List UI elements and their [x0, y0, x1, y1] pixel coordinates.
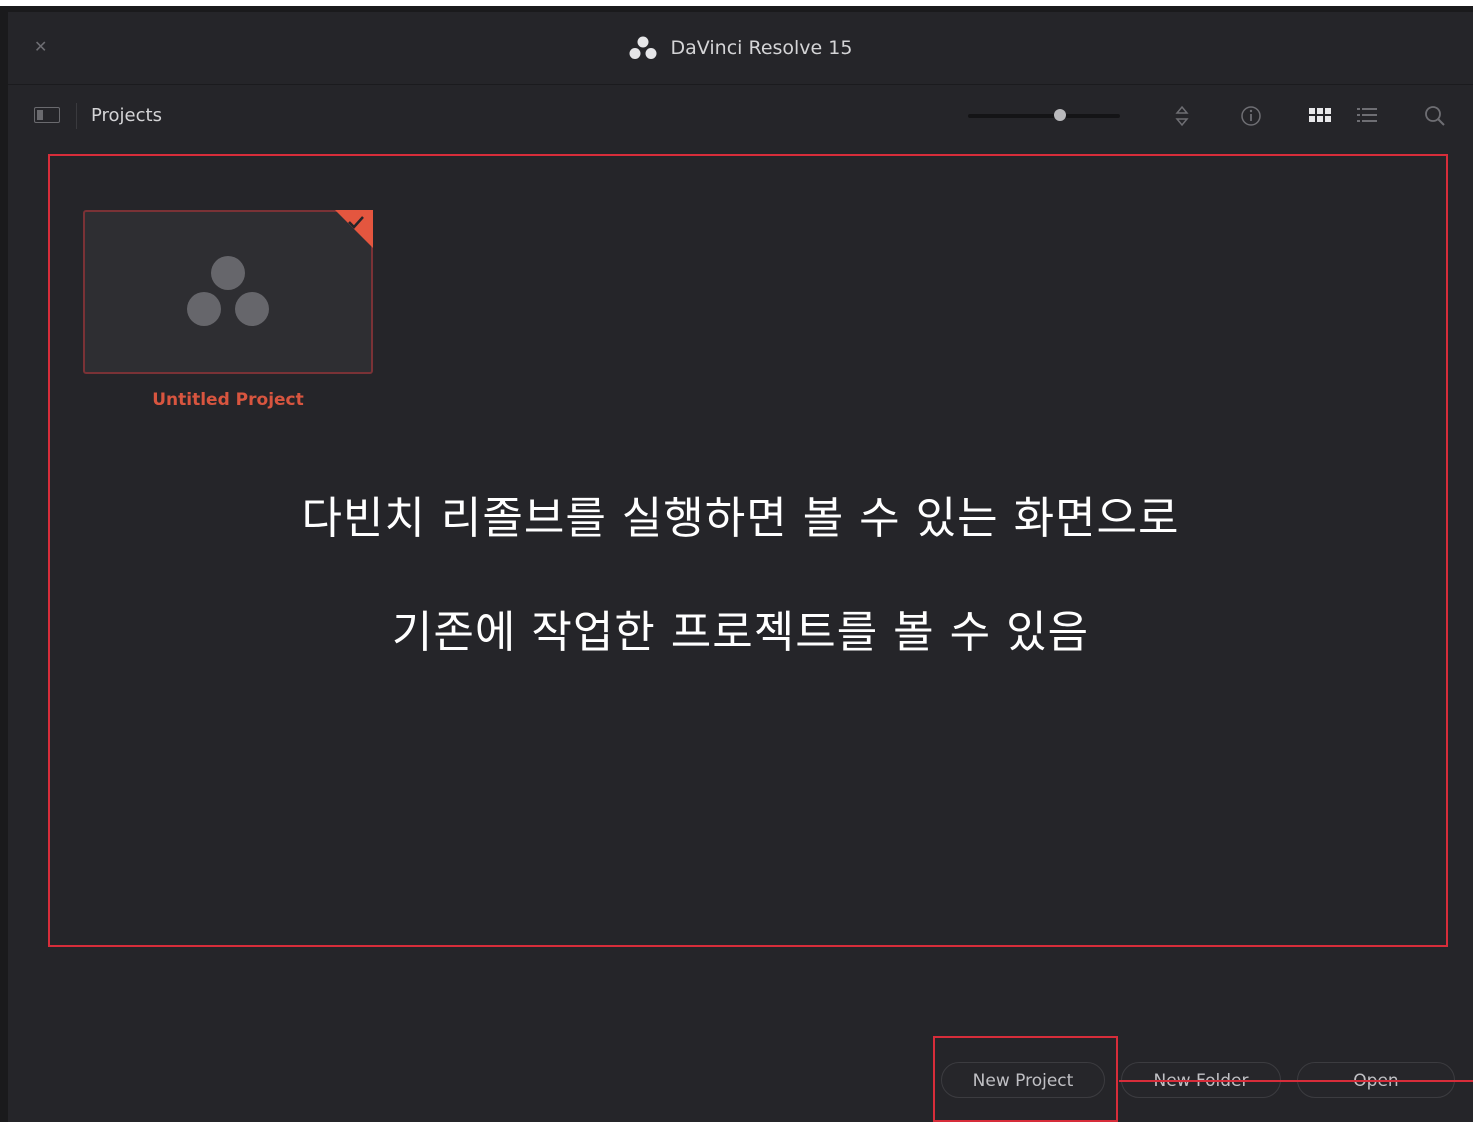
project-manager-window: ✕ DaVinci Resolve 15 Projects Untitled P…: [8, 12, 1473, 1122]
project-thumbnail[interactable]: [83, 210, 373, 374]
thumbnail-size-slider[interactable]: [968, 109, 1120, 121]
toolbar: Projects: [8, 85, 1473, 149]
toolbar-title: Projects: [91, 105, 162, 126]
annotation-line-2: 기존에 작업한 프로젝트를 볼 수 있음: [391, 607, 1090, 658]
title-bar: ✕ DaVinci Resolve 15: [8, 12, 1473, 85]
sort-icon[interactable]: [1174, 105, 1190, 127]
annotation-line-1: 다빈치 리졸브를 실행하면 볼 수 있는 화면으로: [301, 493, 1180, 544]
slider-knob[interactable]: [1054, 109, 1066, 121]
project-name[interactable]: Untitled Project: [83, 390, 373, 410]
info-icon[interactable]: [1240, 105, 1262, 127]
sidebar-panel-icon[interactable]: [34, 107, 60, 123]
highlight-new-project: [933, 1036, 1118, 1122]
grid-view-icon[interactable]: [1308, 105, 1332, 125]
annotation-strike-line: [1119, 1080, 1473, 1082]
toolbar-separator: [76, 103, 77, 129]
checkmark-icon: [348, 216, 364, 229]
window-title-wrap: DaVinci Resolve 15: [8, 36, 1473, 64]
search-icon[interactable]: [1424, 105, 1446, 127]
list-view-icon[interactable]: [1356, 105, 1378, 125]
davinci-logo-icon: [629, 36, 657, 59]
window-title: DaVinci Resolve 15: [670, 37, 853, 59]
top-border: [0, 0, 1473, 6]
davinci-logo-icon: [187, 256, 269, 326]
